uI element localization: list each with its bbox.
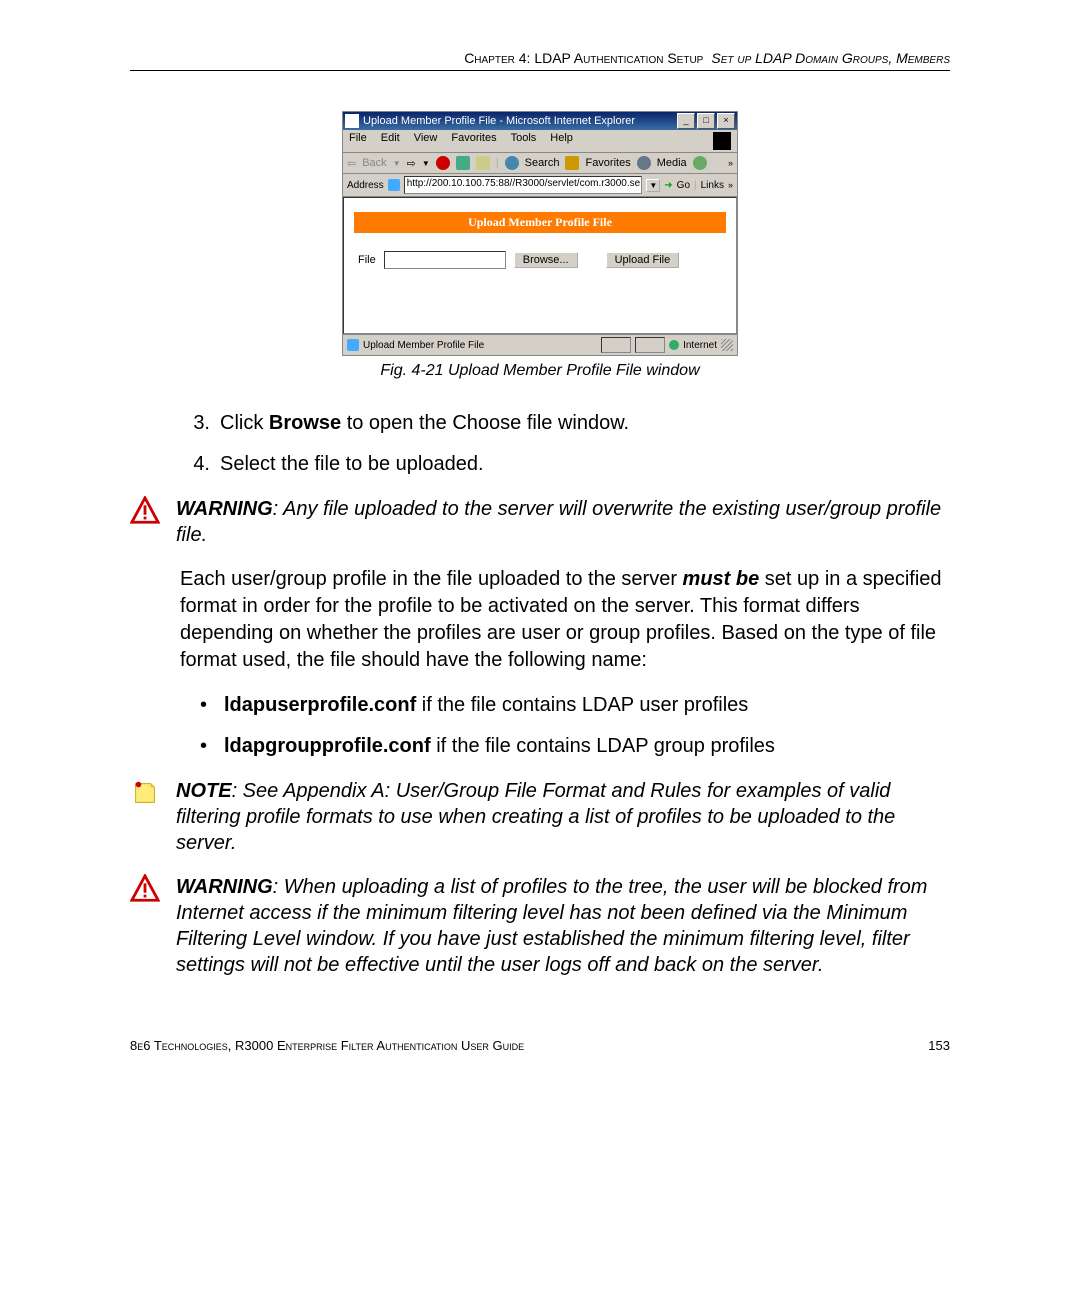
media-icon[interactable] (637, 156, 651, 170)
status-text: Upload Member Profile File (363, 340, 484, 351)
upload-file-button[interactable]: Upload File (606, 252, 680, 268)
status-segment (601, 337, 631, 353)
step-bold: Browse (269, 412, 341, 434)
menu-file[interactable]: File (349, 132, 367, 150)
back-label[interactable]: Back (362, 157, 386, 169)
warning-icon (130, 874, 160, 904)
note-label: NOTE (176, 780, 232, 802)
content-title: Upload Member Profile File (354, 212, 726, 233)
links-label[interactable]: Links (701, 180, 724, 191)
menu-favorites[interactable]: Favorites (451, 132, 496, 150)
favorites-label[interactable]: Favorites (585, 157, 630, 169)
dropdown-icon[interactable]: ▼ (393, 159, 401, 168)
go-arrow-icon[interactable]: ➜ (664, 180, 672, 191)
body-text: 3. Click Browse to open the Choose file … (180, 410, 950, 478)
search-icon[interactable] (505, 156, 519, 170)
page-icon (388, 179, 400, 191)
ie-window: Upload Member Profile File - Microsoft I… (342, 111, 738, 356)
ie-status-bar: Upload Member Profile File Internet (343, 334, 737, 355)
resize-grip-icon (721, 339, 733, 351)
warning-label: WARNING (176, 876, 273, 898)
warning-callout: WARNING: When uploading a list of profil… (130, 874, 950, 978)
bullet-list: • ldapuserprofile.conf if the file conta… (200, 692, 950, 760)
bullet-bold: ldapuserprofile.conf (224, 694, 416, 716)
go-label[interactable]: Go (677, 180, 690, 191)
file-label: File (358, 254, 376, 266)
page-icon (347, 339, 359, 351)
warning-label: WARNING (176, 498, 273, 520)
minimize-icon[interactable]: _ (677, 113, 695, 129)
ie-title-text: Upload Member Profile File - Microsoft I… (363, 115, 635, 127)
bullet-text: if the file contains LDAP group profiles (431, 735, 775, 757)
history-icon[interactable] (693, 156, 707, 170)
warning-callout: WARNING: Any file uploaded to the server… (130, 496, 950, 548)
address-input[interactable]: http://200.10.100.75:88//R3000/servlet/c… (404, 176, 643, 194)
favorites-icon[interactable] (565, 156, 579, 170)
refresh-icon[interactable] (456, 156, 470, 170)
step-4: 4. Select the file to be uploaded. (190, 451, 950, 478)
internet-zone-icon (669, 340, 679, 350)
close-icon[interactable]: × (717, 113, 735, 129)
warning-text: : Any file uploaded to the server will o… (176, 498, 941, 546)
step-number: 4. (190, 451, 210, 478)
status-segment (635, 337, 665, 353)
menu-view[interactable]: View (414, 132, 438, 150)
ie-title-bar: Upload Member Profile File - Microsoft I… (343, 112, 737, 130)
bullet-dot-icon: • (200, 733, 214, 760)
dropdown-icon[interactable]: ▼ (422, 159, 430, 168)
page-number: 153 (928, 1038, 950, 1053)
note-callout: NOTE: See Appendix A: User/Group File Fo… (130, 778, 950, 856)
running-header: Chapter 4: LDAP Authentication Setup Set… (130, 50, 950, 71)
back-arrow-icon[interactable]: ⇦ (347, 157, 356, 170)
step-text: Select the file to be uploaded. (220, 453, 484, 475)
para-text: Each user/group profile in the file uplo… (180, 568, 683, 590)
file-input[interactable] (384, 251, 506, 269)
warning-icon (130, 496, 160, 526)
ie-app-icon (345, 114, 359, 128)
browse-button[interactable]: Browse... (514, 252, 578, 268)
ie-content-area: Upload Member Profile File File Browse..… (343, 197, 737, 334)
bullet-dot-icon: • (200, 692, 214, 719)
step-3: 3. Click Browse to open the Choose file … (190, 410, 950, 437)
ie-address-bar: Address http://200.10.100.75:88//R3000/s… (343, 174, 737, 197)
home-icon[interactable] (476, 156, 490, 170)
status-zone: Internet (683, 340, 717, 351)
ie-menu-bar: File Edit View Favorites Tools Help (343, 130, 737, 153)
ie-toolbar: ⇦ Back ▼ ⇨ ▼ | Search Favorites Media » (343, 153, 737, 174)
step-text: to open the Choose file window. (341, 412, 629, 434)
list-item: • ldapgroupprofile.conf if the file cont… (200, 733, 950, 760)
forward-arrow-icon[interactable]: ⇨ (407, 157, 416, 170)
address-label: Address (347, 180, 384, 191)
footer-left: 8e6 Technologies, R3000 Enterprise Filte… (130, 1038, 524, 1053)
bullet-text: if the file contains LDAP user profiles (416, 694, 748, 716)
figure-caption: Fig. 4-21 Upload Member Profile File win… (130, 362, 950, 380)
menu-help[interactable]: Help (550, 132, 573, 150)
warning-text: : When uploading a list of profiles to t… (176, 876, 927, 976)
step-text: Click (220, 412, 269, 434)
header-section: Set up LDAP Domain Groups, Members (711, 50, 950, 66)
menu-tools[interactable]: Tools (511, 132, 537, 150)
search-label[interactable]: Search (525, 157, 560, 169)
ie-logo-icon (713, 132, 731, 150)
note-text: : See Appendix A: User/Group File Format… (176, 780, 895, 854)
list-item: • ldapuserprofile.conf if the file conta… (200, 692, 950, 719)
step-number: 3. (190, 410, 210, 437)
bullet-bold: ldapgroupprofile.conf (224, 735, 431, 757)
paragraph: Each user/group profile in the file uplo… (180, 566, 950, 674)
page: Chapter 4: LDAP Authentication Setup Set… (0, 0, 1080, 1311)
maximize-icon[interactable]: □ (697, 113, 715, 129)
header-chapter: Chapter 4: LDAP Authentication Setup (464, 50, 703, 66)
stop-icon[interactable] (436, 156, 450, 170)
menu-edit[interactable]: Edit (381, 132, 400, 150)
media-label[interactable]: Media (657, 157, 687, 169)
page-footer: 8e6 Technologies, R3000 Enterprise Filte… (130, 1038, 950, 1053)
address-dropdown-icon[interactable]: ▼ (646, 179, 660, 192)
para-bold: must be (683, 568, 760, 590)
note-icon (130, 778, 160, 808)
